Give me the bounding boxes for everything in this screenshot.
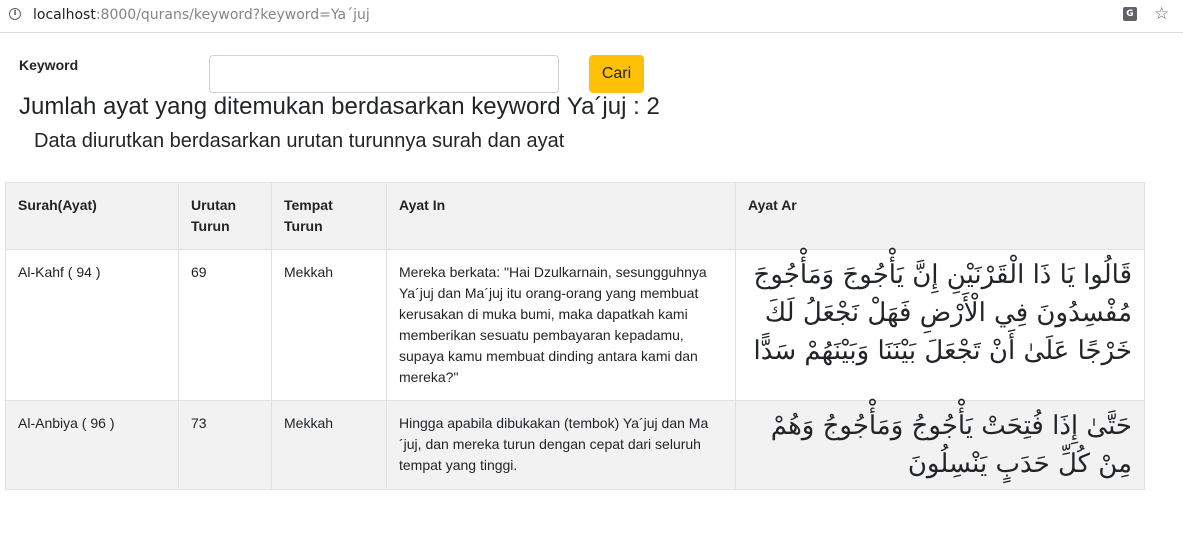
cell-ayat-in: Hingga apabila dibukakan (tembok) Ya´juj… — [386, 400, 736, 490]
cell-tempat: Mekkah — [271, 249, 387, 401]
table-row: Al-Kahf ( 94 ) 69 Mekkah Mereka berkata:… — [5, 249, 1145, 401]
cell-surah: Al-Anbiya ( 96 ) — [5, 400, 179, 490]
cell-tempat: Mekkah — [271, 400, 387, 490]
header-ayat-ar: Ayat Ar — [735, 182, 1145, 250]
browser-address-bar: i localhost:8000/qurans/keyword?keyword=… — [0, 0, 1183, 33]
url-field[interactable]: localhost:8000/qurans/keyword?keyword=Ya… — [33, 7, 370, 23]
translate-icon[interactable]: G — [1123, 7, 1137, 21]
search-button[interactable]: Cari — [589, 55, 644, 93]
table-header-row: Surah(Ayat) Urutan Turun Tempat Turun Ay… — [5, 182, 1145, 250]
results-table: Surah(Ayat) Urutan Turun Tempat Turun Ay… — [5, 182, 1145, 490]
keyword-input[interactable] — [209, 55, 559, 93]
info-icon[interactable]: i — [9, 8, 21, 20]
table-row: Al-Anbiya ( 96 ) 73 Mekkah Hingga apabil… — [5, 400, 1145, 490]
url-host: localhost — [33, 7, 96, 23]
cell-urutan: 69 — [178, 249, 272, 401]
cell-surah: Al-Kahf ( 94 ) — [5, 249, 179, 401]
keyword-label: Keyword — [19, 57, 79, 73]
cell-ayat-ar: قَالُوا يَا ذَا الْقَرْنَيْنِ إِنَّ يَأْ… — [735, 249, 1145, 401]
cell-ayat-in: Mereka berkata: "Hai Dzulkarnain, sesung… — [386, 249, 736, 401]
result-count-heading: Jumlah ayat yang ditemukan berdasarkan k… — [19, 93, 660, 120]
header-tempat-turun: Tempat Turun — [271, 182, 387, 250]
bookmark-star-icon[interactable]: ☆ — [1154, 4, 1169, 24]
header-urutan-turun: Urutan Turun — [178, 182, 272, 250]
header-ayat-in: Ayat In — [386, 182, 736, 250]
sort-note: Data diurutkan berdasarkan urutan turunn… — [34, 130, 565, 152]
header-surah: Surah(Ayat) — [5, 182, 179, 250]
cell-urutan: 73 — [178, 400, 272, 490]
url-path: :8000/qurans/keyword?keyword=Ya´juj — [95, 7, 370, 23]
cell-ayat-ar: حَتَّىٰ إِذَا فُتِحَتْ يَأْجُوجُ وَمَأْج… — [735, 400, 1145, 490]
